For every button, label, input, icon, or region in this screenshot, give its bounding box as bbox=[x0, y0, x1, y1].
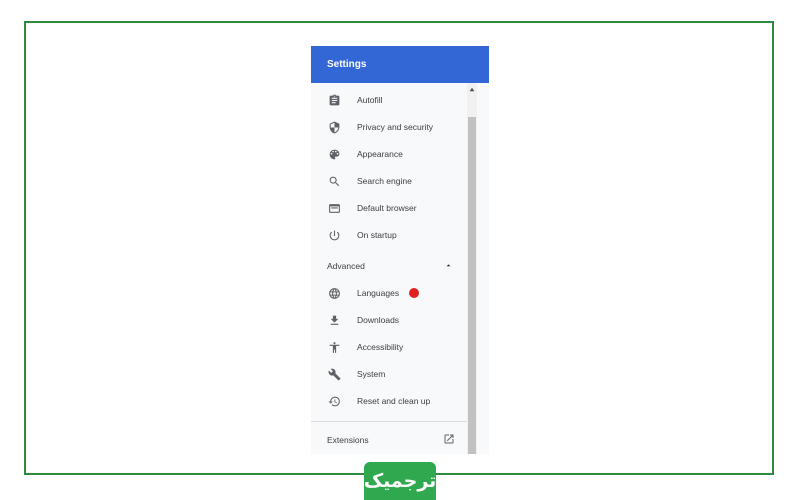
shield-icon bbox=[327, 120, 341, 134]
menu-item-label: Reset and clean up bbox=[357, 396, 431, 406]
menu-item-search-engine[interactable]: Search engine bbox=[311, 168, 469, 194]
search-icon bbox=[327, 174, 341, 188]
advanced-section-toggle[interactable]: Advanced bbox=[311, 255, 469, 277]
menu-item-autofill[interactable]: Autofill bbox=[311, 87, 469, 113]
history-icon bbox=[327, 394, 341, 408]
menu-item-privacy[interactable]: Privacy and security bbox=[311, 114, 469, 140]
menu-item-label: Autofill bbox=[357, 95, 383, 105]
logo-text: ترجمیک bbox=[363, 470, 437, 492]
menu-item-appearance[interactable]: Appearance bbox=[311, 141, 469, 167]
power-icon bbox=[327, 228, 341, 242]
brand-logo: ترجمیک bbox=[364, 462, 436, 500]
wrench-icon bbox=[327, 367, 341, 381]
menu-divider bbox=[311, 421, 469, 422]
menu-item-downloads[interactable]: Downloads bbox=[311, 307, 469, 333]
menu-item-label: On startup bbox=[357, 230, 397, 240]
menu-item-label: Appearance bbox=[357, 149, 403, 159]
menu-item-on-startup[interactable]: On startup bbox=[311, 222, 469, 248]
open-in-new-icon bbox=[443, 433, 455, 447]
menu-item-label: System bbox=[357, 369, 386, 379]
settings-title: Settings bbox=[327, 59, 367, 70]
menu-item-accessibility[interactable]: Accessibility bbox=[311, 334, 469, 360]
menu-item-label: Default browser bbox=[357, 203, 417, 213]
download-icon bbox=[327, 313, 341, 327]
scroll-up-arrow-icon[interactable] bbox=[467, 85, 477, 93]
menu-item-languages[interactable]: Languages bbox=[311, 280, 469, 306]
menu-item-label: Languages bbox=[357, 288, 400, 298]
palette-icon bbox=[327, 147, 341, 161]
clipboard-icon bbox=[327, 93, 341, 107]
menu-item-label: Accessibility bbox=[357, 342, 404, 352]
advanced-label: Advanced bbox=[327, 261, 365, 271]
menu-item-label: Search engine bbox=[357, 176, 412, 186]
browser-window-icon bbox=[327, 201, 341, 215]
menu-item-system[interactable]: System bbox=[311, 361, 469, 387]
menu-item-reset[interactable]: Reset and clean up bbox=[311, 388, 469, 414]
red-dot-marker bbox=[409, 288, 420, 298]
settings-sidebar: Settings Autofill Privacy and security A… bbox=[311, 46, 489, 454]
scrollbar-thumb[interactable] bbox=[468, 117, 476, 454]
globe-icon bbox=[327, 286, 341, 300]
scrollbar[interactable] bbox=[467, 83, 477, 454]
accessibility-icon bbox=[327, 340, 341, 354]
menu-item-extensions[interactable]: Extensions bbox=[311, 429, 469, 451]
menu-item-label: Privacy and security bbox=[357, 122, 434, 132]
menu-item-default-browser[interactable]: Default browser bbox=[311, 195, 469, 221]
chevron-up-icon bbox=[444, 261, 453, 272]
extensions-label: Extensions bbox=[327, 435, 369, 445]
menu-item-label: Downloads bbox=[357, 315, 400, 325]
settings-header: Settings bbox=[311, 46, 489, 83]
